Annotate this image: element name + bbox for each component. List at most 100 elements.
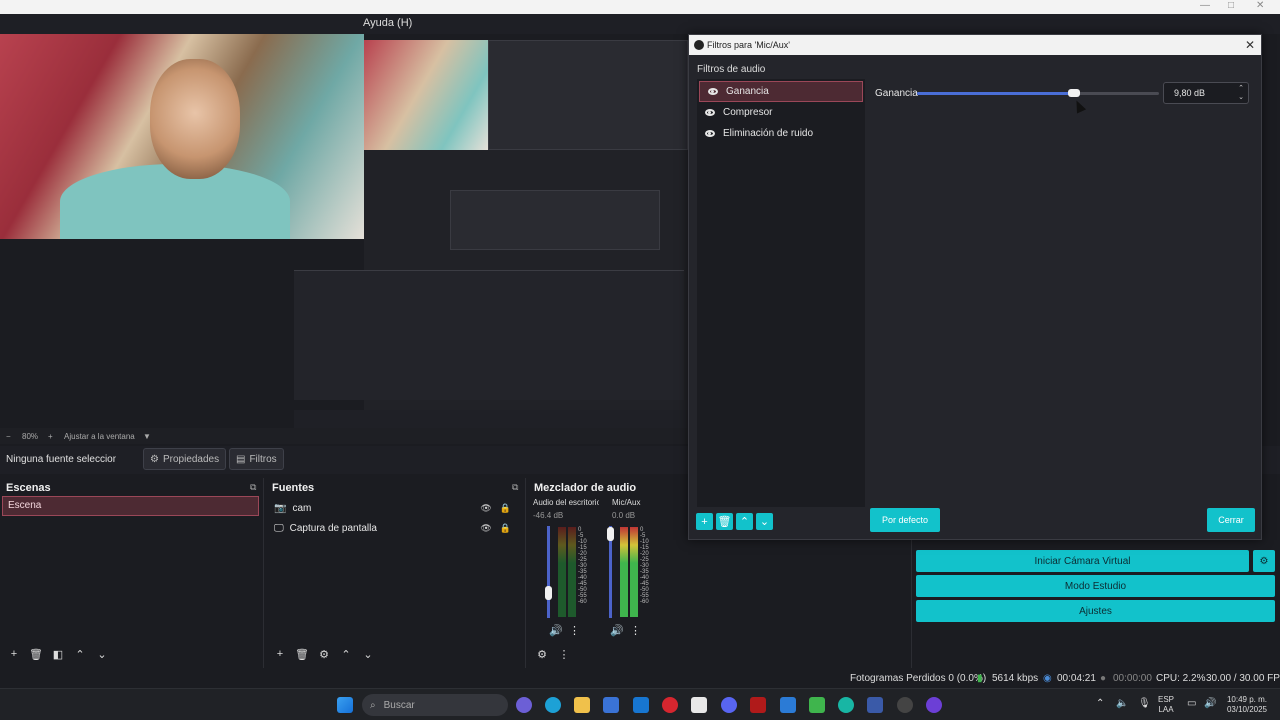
visibility-eye-icon[interactable]: 👁 (480, 523, 491, 534)
filters-button[interactable]: ▤ Filtros (229, 448, 284, 470)
zoom-level: 80% (22, 432, 39, 441)
source-item-screen[interactable]: 🖵 Captura de pantalla 👁 🔒 (268, 518, 521, 538)
undock-icon[interactable]: ⧉ (250, 482, 256, 493)
app-icon[interactable] (926, 697, 942, 713)
properties-button[interactable]: ⚙ Propiedades (143, 448, 227, 470)
app-icon[interactable] (691, 697, 707, 713)
volume-icon[interactable]: 🔈 (1116, 699, 1128, 709)
trash-icon[interactable]: 🗑 (294, 648, 310, 661)
windows-start-icon[interactable] (337, 697, 353, 713)
taskbar-search[interactable]: ⌕ Buscar (362, 694, 508, 716)
remove-filter-button[interactable]: 🗑 (716, 513, 733, 530)
scene-item[interactable]: Escena (2, 496, 259, 516)
filter-item-compressor[interactable]: Compresor (697, 102, 865, 123)
kebab-menu-icon[interactable]: ⋮ (556, 648, 572, 661)
level-meter (558, 527, 566, 617)
volume-fader-desktop[interactable] (547, 526, 550, 618)
zoom-out-icon[interactable]: − (6, 432, 11, 441)
add-icon[interactable]: + (272, 648, 288, 660)
lock-icon[interactable]: 🔒 (500, 523, 511, 534)
chevron-down-icon[interactable]: ⌄ (1238, 93, 1244, 102)
menu-help[interactable]: Ayuda (H) (363, 17, 412, 29)
undock-icon[interactable]: ⧉ (512, 482, 518, 493)
file-explorer-icon[interactable] (574, 697, 590, 713)
visibility-eye-icon[interactable]: 👁 (480, 503, 491, 514)
preview-canvas[interactable] (0, 34, 688, 428)
add-icon[interactable]: + (6, 648, 22, 660)
virtual-camera-settings-gear-icon[interactable]: ⚙ (1253, 550, 1275, 572)
obs-icon[interactable] (897, 697, 913, 713)
visibility-eye-icon[interactable] (705, 109, 715, 116)
app-icon[interactable] (838, 697, 854, 713)
monitor-icon: 🖵 (274, 522, 284, 534)
edge-icon[interactable] (545, 697, 561, 713)
filter-properties: Ganancia 9,80 dB ⌃ ⌄ (867, 79, 1259, 507)
move-up-icon[interactable]: ⌃ (72, 648, 88, 661)
visibility-eye-icon[interactable] (705, 130, 715, 137)
move-filter-up-button[interactable]: ⌃ (736, 513, 753, 530)
discord-icon[interactable] (721, 697, 737, 713)
nested-screen-capture (294, 40, 688, 428)
status-bar: Fotogramas Perdidos 0 (0.0%) ▮ 5614 kbps… (0, 668, 1280, 688)
kebab-menu-icon[interactable]: ⋮ (630, 624, 641, 637)
filter-icon[interactable]: ◧ (50, 648, 66, 661)
language-indicator[interactable]: ESP LAA (1158, 695, 1174, 715)
close-window-icon[interactable]: ✕ (1256, 0, 1264, 11)
store-icon[interactable] (603, 697, 619, 713)
signal-bars-icon: ▮ (977, 673, 983, 684)
speaker-icon[interactable]: 🔊 (549, 624, 563, 637)
fit-window-label[interactable]: Ajustar a la ventana (64, 432, 135, 441)
move-filter-down-button[interactable]: ⌄ (756, 513, 773, 530)
fader-knob[interactable] (545, 586, 552, 600)
visibility-eye-icon[interactable] (708, 88, 718, 95)
gain-spinbox[interactable]: 9,80 dB ⌃ ⌄ (1163, 82, 1249, 104)
source-item-cam[interactable]: 📷 cam 👁 🔒 (268, 498, 521, 518)
nested-webcam (364, 40, 488, 150)
maximize-icon[interactable]: □ (1228, 0, 1234, 11)
gain-slider-knob[interactable] (1068, 89, 1081, 97)
mic-icon[interactable]: 🎙 (1138, 699, 1151, 709)
close-icon[interactable]: ✕ (1245, 38, 1255, 52)
opera-icon[interactable] (662, 697, 678, 713)
chat-icon[interactable] (780, 697, 796, 713)
copilot-icon[interactable] (516, 697, 532, 713)
defaults-button[interactable]: Por defecto (870, 508, 940, 532)
tray-chevron-icon[interactable]: ⌃ (1096, 699, 1104, 709)
mixer-footer: ⚙ ⋮ (528, 640, 911, 668)
chevron-down-icon[interactable]: ▼ (143, 432, 151, 441)
zoom-in-icon[interactable]: + (48, 432, 53, 441)
fader-knob[interactable] (607, 527, 614, 541)
scenes-list: Escena (2, 496, 259, 636)
gear-icon[interactable]: ⚙ (316, 648, 332, 661)
steam-icon[interactable] (867, 697, 883, 713)
add-filter-button[interactable]: + (696, 513, 713, 530)
advanced-audio-icon[interactable]: ⚙ (534, 648, 550, 661)
virtual-camera-button[interactable]: Iniciar Cámara Virtual (916, 550, 1249, 572)
trash-icon[interactable]: 🗑 (28, 648, 44, 661)
red-app-icon[interactable] (750, 697, 766, 713)
kebab-menu-icon[interactable]: ⋮ (569, 624, 580, 637)
scenes-footer: + 🗑 ◧ ⌃ ⌄ (0, 640, 263, 668)
move-down-icon[interactable]: ⌄ (360, 648, 376, 661)
settings-button[interactable]: Ajustes (916, 600, 1275, 622)
close-button[interactable]: Cerrar (1207, 508, 1255, 532)
filter-label: Compresor (723, 107, 773, 118)
network-icon[interactable]: ▭ (1187, 699, 1196, 709)
move-down-icon[interactable]: ⌄ (94, 648, 110, 661)
studio-mode-button[interactable]: Modo Estudio (916, 575, 1275, 597)
filter-item-noise-suppression[interactable]: Eliminación de ruido (697, 123, 865, 144)
chevron-up-icon[interactable]: ⌃ (1238, 84, 1244, 93)
minimize-icon[interactable]: — (1200, 0, 1210, 11)
dialog-title: Filtros para 'Mic/Aux' (707, 40, 790, 50)
outlook-icon[interactable] (633, 697, 649, 713)
clock[interactable]: 10:49 p. m. 03/10/2025 (1222, 695, 1272, 715)
channel-name: Mic/Aux (612, 498, 641, 507)
filter-item-gain[interactable]: Ganancia (699, 81, 863, 102)
lock-icon[interactable]: 🔒 (500, 503, 511, 514)
gain-slider[interactable] (917, 89, 1159, 97)
speaker-icon[interactable]: 🔊 (1204, 699, 1216, 709)
office-icon[interactable] (809, 697, 825, 713)
speaker-icon[interactable]: 🔊 (610, 624, 624, 637)
move-up-icon[interactable]: ⌃ (338, 648, 354, 661)
dropped-frames: Fotogramas Perdidos 0 (0.0%) (850, 673, 987, 684)
